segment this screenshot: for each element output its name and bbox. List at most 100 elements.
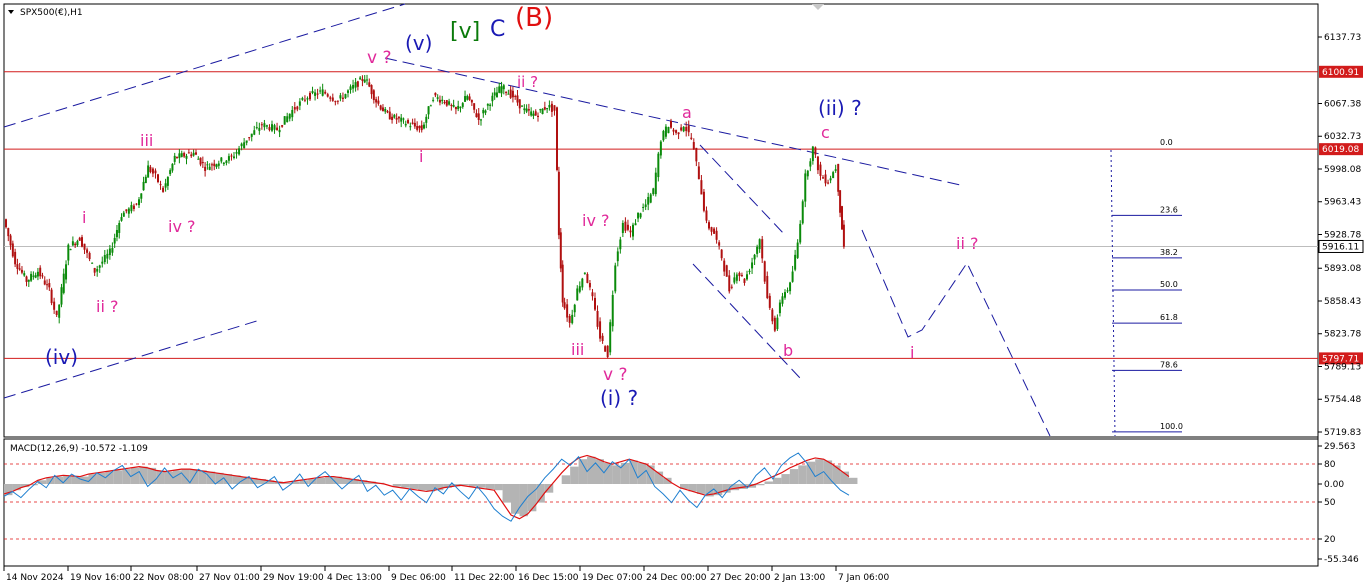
wave-label: i: [910, 343, 914, 362]
candle-body: [301, 98, 304, 100]
candle-body: [604, 346, 607, 352]
fib-level-label: 100.0: [1160, 422, 1183, 431]
candle-body: [728, 275, 731, 292]
trendline[interactable]: [384, 57, 966, 187]
fibonacci-retracement[interactable]: 0.0 23.6 38.2 50.0 61.8 78.6 100.0: [1110, 138, 1183, 437]
candle-body: [65, 264, 68, 280]
candle-body: [511, 90, 514, 98]
macd-histogram-bar: [494, 484, 503, 491]
macd-histogram-bar: [646, 465, 655, 484]
candle-body: [814, 147, 817, 155]
shift-marker-icon[interactable]: [812, 4, 824, 10]
candle-body: [151, 168, 154, 174]
wave-label: v ?: [603, 365, 628, 385]
macd-histogram-bar: [815, 459, 824, 484]
candle-body: [809, 161, 812, 167]
candle-body: [306, 98, 309, 100]
candle-body: [454, 106, 457, 110]
x-tick-label: 22 Nov 08:00: [133, 573, 194, 583]
candle-body: [516, 95, 519, 103]
candle-body: [265, 125, 268, 127]
candle-body: [559, 232, 562, 269]
candle-body: [799, 223, 802, 243]
candle-body: [715, 230, 718, 240]
wave-label: a: [682, 103, 692, 122]
candle-body: [71, 241, 74, 246]
candle-body: [705, 210, 708, 221]
candle-body: [386, 111, 389, 113]
candle-body: [127, 208, 130, 214]
triangle-down-icon[interactable]: [8, 10, 14, 14]
candle-body: [829, 178, 832, 181]
candle-body: [654, 172, 657, 195]
candle-body: [359, 77, 362, 80]
candle-body: [238, 148, 241, 155]
wave-label: i: [82, 208, 86, 227]
candle-body: [329, 97, 332, 99]
candle-body: [379, 105, 382, 110]
candle-body: [171, 163, 174, 171]
wave-label: (B): [515, 3, 553, 33]
candle-body: [664, 126, 667, 137]
wave-label: (iv): [45, 345, 78, 369]
candle-body: [738, 272, 741, 277]
candle-body: [594, 297, 596, 310]
candle-body: [768, 295, 771, 308]
candle-body: [804, 173, 807, 202]
candle-body: [484, 110, 487, 113]
candle-body: [425, 116, 428, 123]
macd-tick-label: -55.346: [1324, 555, 1359, 565]
candle-body: [791, 271, 794, 282]
macd-title: MACD(12,26,9) -10.572 -1.109: [10, 444, 148, 454]
x-tick-label: 19 Nov 16:00: [70, 573, 131, 583]
candle-body: [619, 239, 622, 250]
candle-body: [652, 188, 655, 195]
candle-body: [213, 163, 216, 167]
macd-tick-label: 50: [1324, 498, 1336, 508]
trendline[interactable]: [692, 263, 801, 379]
trendline[interactable]: [3, 319, 261, 399]
macd-histogram-bar: [63, 475, 72, 484]
candle-body: [240, 143, 243, 147]
price-chart[interactable]: 6100.916019.085797.715916.11 0.023.638.2…: [0, 0, 1366, 588]
candle-body: [363, 79, 366, 83]
candle-body: [74, 243, 77, 246]
candle-body: [268, 127, 271, 131]
candle-body: [832, 172, 835, 179]
candle-body: [753, 254, 756, 260]
candle-body: [7, 228, 10, 237]
candle-body: [48, 283, 51, 288]
x-tick-label: 24 Dec 00:00: [646, 573, 707, 583]
candle-body: [473, 103, 476, 110]
candle-body: [687, 125, 690, 133]
candle-body: [475, 113, 478, 118]
candle-body: [233, 156, 235, 158]
candle-body: [225, 160, 228, 164]
candle-body: [324, 91, 327, 94]
macd-histogram-bar: [198, 470, 207, 484]
candle-body: [130, 205, 133, 212]
candle-body: [710, 227, 713, 232]
trendline[interactable]: [699, 144, 786, 236]
trendline[interactable]: [3, 3, 406, 128]
candle-body: [404, 123, 407, 126]
candle-body: [411, 122, 414, 124]
x-tick-label: 11 Dec 22:00: [454, 573, 515, 583]
candle-body: [83, 243, 86, 250]
x-tick-label: 4 Dec 13:00: [327, 573, 382, 583]
candle-body: [16, 264, 19, 269]
candle-body: [578, 286, 581, 292]
candle-body: [368, 82, 371, 87]
wave-label: [v]: [450, 19, 480, 44]
candle-body: [713, 228, 716, 234]
candle-body: [514, 96, 517, 98]
candle-body: [106, 253, 109, 259]
macd-histogram-bar: [519, 484, 528, 517]
candle-body: [457, 105, 460, 110]
candle-body: [215, 164, 218, 168]
candle-body: [740, 274, 743, 276]
macd-histogram-bar: [772, 477, 782, 484]
candle-body: [395, 117, 398, 120]
candle-body: [521, 105, 524, 107]
candle-body: [142, 181, 145, 191]
